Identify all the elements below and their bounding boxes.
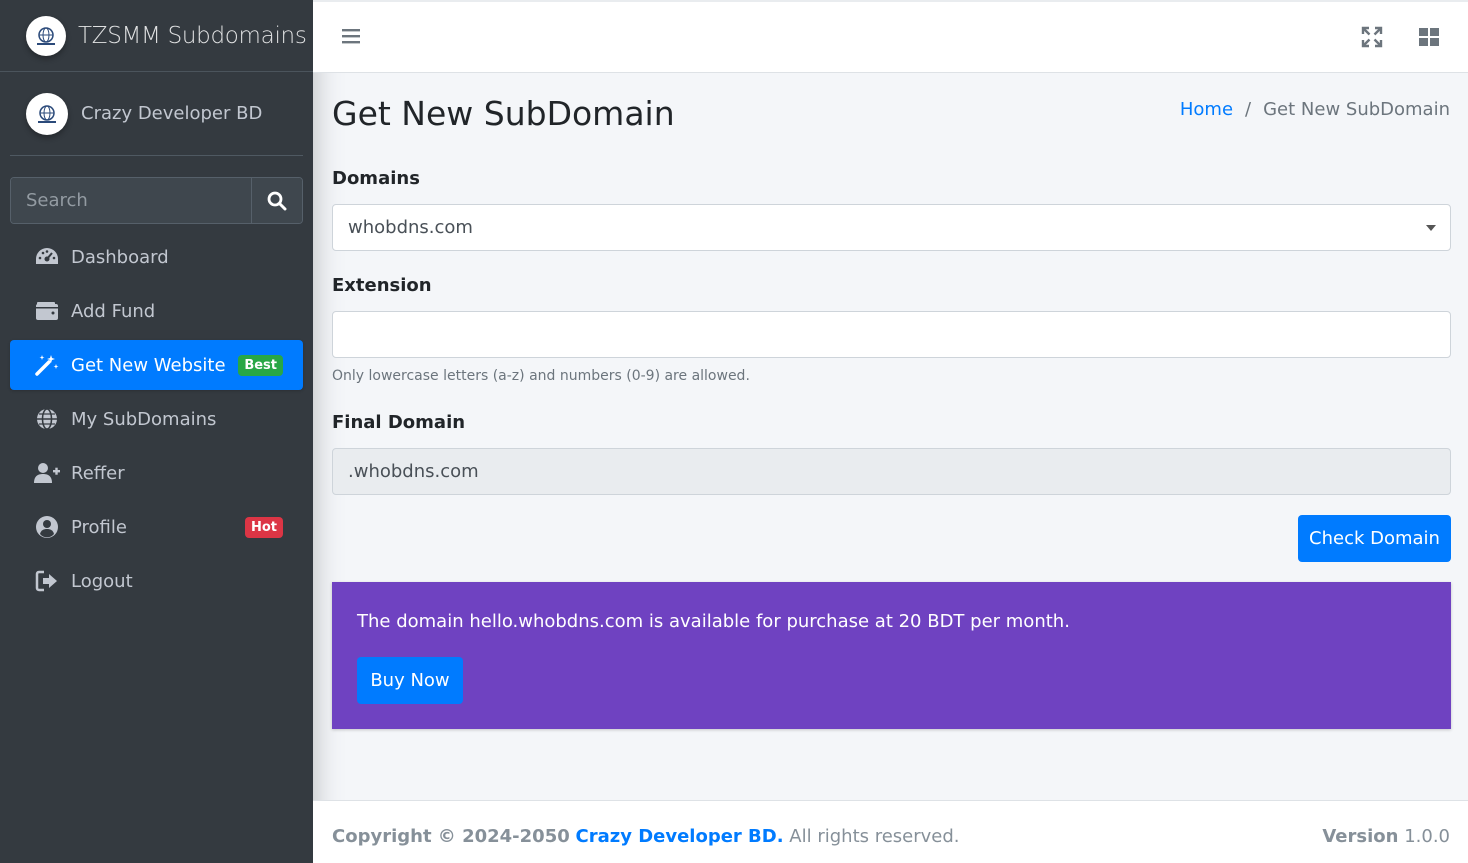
sidebar-item-label: Logout	[71, 570, 133, 592]
availability-alert: The domain hello.whobdns.com is availabl…	[332, 582, 1451, 729]
search-input[interactable]	[11, 178, 251, 223]
brand-name: TZSMM Subdomains	[78, 22, 307, 49]
brand-link[interactable]: TZSMM Subdomains	[0, 0, 313, 72]
final-domain-value: .whobdns.com	[348, 461, 479, 482]
sidebar-item-label: Profile	[71, 516, 127, 538]
sidebar-item-label: Reffer	[71, 462, 125, 484]
hamburger-menu-icon[interactable]	[341, 26, 361, 50]
search-button[interactable]	[251, 178, 302, 223]
footer-brand-link[interactable]: Crazy Developer BD.	[575, 826, 783, 847]
sidebar-item-label: Dashboard	[71, 246, 169, 268]
sidebar-search	[10, 177, 303, 224]
wallet-icon	[33, 299, 61, 323]
final-domain-label: Final Domain	[332, 412, 466, 433]
user-panel[interactable]: Crazy Developer BD	[10, 72, 303, 156]
sidebar: TZSMM Subdomains Crazy Developer BD Dash…	[0, 0, 313, 863]
user-name[interactable]: Crazy Developer BD	[81, 103, 262, 124]
extension-help-text: Only lowercase letters (a-z) and numbers…	[332, 368, 750, 384]
rights-text: All rights reserved.	[789, 826, 960, 847]
version-label: Version	[1322, 826, 1399, 847]
hot-badge: Hot	[244, 517, 283, 538]
sidebar-item-label: Add Fund	[71, 300, 156, 322]
domains-label: Domains	[332, 168, 420, 189]
sidebar-item-label: My SubDomains	[71, 408, 217, 430]
magic-wand-icon	[33, 353, 61, 377]
buy-now-button[interactable]: Buy Now	[357, 657, 463, 704]
sidebar-item-dashboard[interactable]: Dashboard	[10, 232, 303, 282]
extension-label: Extension	[332, 275, 432, 296]
sidebar-item-reffer[interactable]: Reffer	[10, 448, 303, 498]
sign-out-icon	[33, 569, 61, 593]
sidebar-item-profile[interactable]: Profile Hot	[10, 502, 303, 552]
domains-selected-value: whobdns.com	[348, 217, 473, 238]
sidebar-item-my-subdomains[interactable]: My SubDomains	[10, 394, 303, 444]
best-badge: Best	[238, 355, 283, 376]
sidebar-item-label: Get New Website	[71, 354, 226, 376]
control-sidebar-grid-icon[interactable]	[1418, 26, 1440, 52]
globe-icon	[33, 407, 61, 431]
search-icon	[267, 191, 287, 210]
chevron-down-icon	[1426, 225, 1436, 231]
breadcrumb: Home / Get New SubDomain	[1180, 99, 1450, 120]
sidebar-item-get-new-website[interactable]: Get New Website Best	[10, 340, 303, 390]
copyright-prefix: Copyright © 2024-2050	[332, 826, 570, 847]
sidebar-item-add-fund[interactable]: Add Fund	[10, 286, 303, 336]
domains-select[interactable]: whobdns.com	[332, 204, 1451, 251]
sidebar-item-logout[interactable]: Logout	[10, 556, 303, 606]
sidebar-nav: Dashboard Add Fund Get New Website Best …	[10, 232, 303, 610]
extension-input[interactable]	[332, 311, 1451, 358]
version-info: Version 1.0.0	[1322, 826, 1450, 847]
breadcrumb-current: Get New SubDomain	[1263, 99, 1450, 120]
version-value: 1.0.0	[1404, 826, 1450, 847]
page-title: Get New SubDomain	[332, 94, 675, 133]
brand-logo	[26, 15, 66, 56]
user-plus-icon	[33, 461, 61, 485]
fullscreen-expand-icon[interactable]	[1361, 26, 1383, 52]
breadcrumb-home-link[interactable]: Home	[1180, 99, 1233, 120]
check-domain-button[interactable]: Check Domain	[1298, 515, 1451, 562]
avatar	[26, 92, 68, 135]
breadcrumb-separator: /	[1245, 99, 1252, 120]
final-domain-field: .whobdns.com	[332, 448, 1451, 495]
user-circle-icon	[33, 515, 61, 539]
copyright: Copyright © 2024-2050 Crazy Developer BD…	[332, 826, 960, 847]
availability-message: The domain hello.whobdns.com is availabl…	[357, 611, 1070, 632]
footer: Copyright © 2024-2050 Crazy Developer BD…	[313, 800, 1468, 863]
top-navbar	[313, 0, 1468, 73]
dashboard-icon	[33, 245, 61, 269]
